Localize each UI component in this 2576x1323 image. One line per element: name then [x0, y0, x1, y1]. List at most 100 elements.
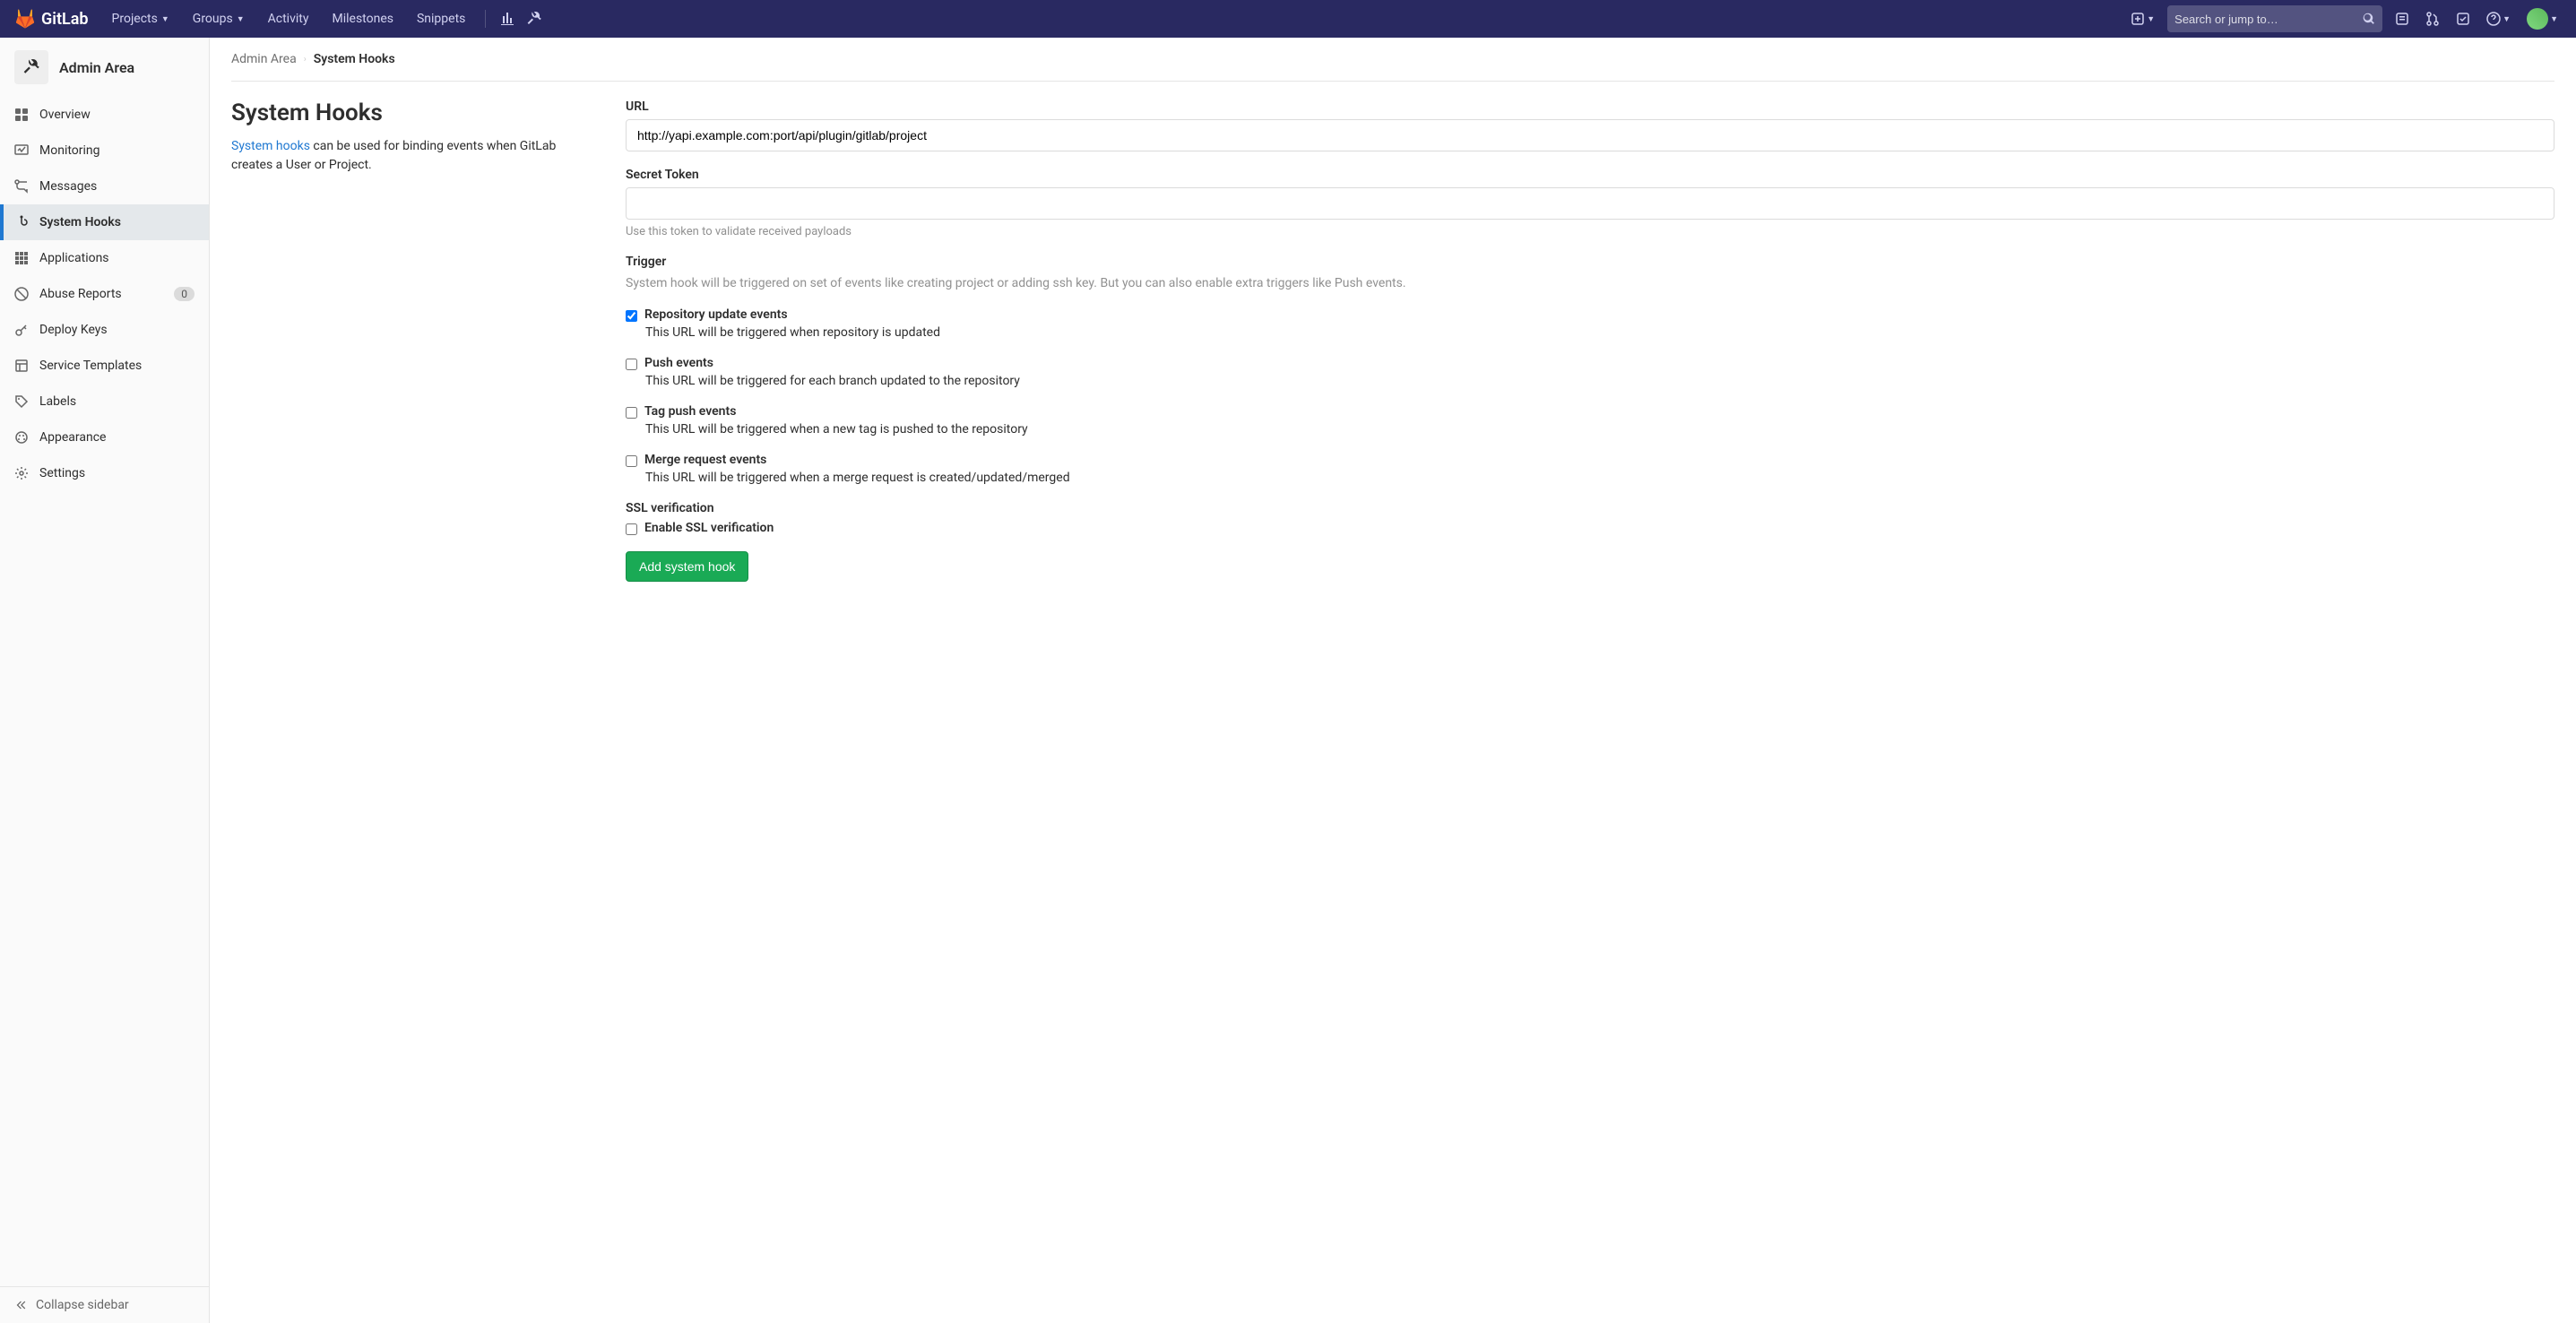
chevron-down-icon: ▼: [161, 14, 169, 24]
breadcrumb: Admin Area › System Hooks: [231, 52, 2554, 82]
trigger-checkbox[interactable]: [626, 310, 637, 322]
trigger-checkbox[interactable]: [626, 455, 637, 467]
secret-token-input[interactable]: [626, 187, 2554, 220]
trigger-description: This URL will be triggered when reposito…: [645, 325, 2554, 340]
breadcrumb-parent[interactable]: Admin Area: [231, 52, 297, 66]
trigger-group: Merge request eventsThis URL will be tri…: [626, 453, 2554, 485]
trigger-group: Tag push events This URL will be triggere…: [626, 404, 2554, 437]
sidebar-item-monitoring[interactable]: Monitoring: [0, 133, 209, 169]
gitlab-logo[interactable]: GitLab: [14, 8, 89, 30]
sidebar-item-label: System Hooks: [39, 215, 121, 229]
url-label: URL: [626, 99, 2554, 114]
nav-projects[interactable]: Projects▼: [103, 6, 178, 31]
nav-user-dropdown[interactable]: ▼: [2523, 4, 2562, 33]
trigger-label: Trigger: [626, 255, 2554, 269]
sidebar-item-settings[interactable]: Settings: [0, 455, 209, 491]
trigger-description: System hook will be triggered on set of …: [626, 274, 2554, 293]
nav-groups[interactable]: Groups▼: [184, 6, 254, 31]
sidebar-item-label: Monitoring: [39, 143, 100, 158]
nav-plus-dropdown[interactable]: ▼: [2127, 8, 2158, 30]
secret-token-label: Secret Token: [626, 168, 2554, 182]
ssl-verification-checkbox-label[interactable]: Enable SSL verification: [644, 521, 774, 535]
sidebar-item-label: Labels: [39, 394, 76, 409]
url-input[interactable]: [626, 119, 2554, 151]
template-icon: [14, 359, 29, 373]
nav-milestones[interactable]: Milestones: [323, 6, 402, 31]
settings-icon: [14, 466, 29, 480]
collapse-sidebar[interactable]: Collapse sidebar: [0, 1286, 209, 1323]
sidebar-item-applications[interactable]: Applications: [0, 240, 209, 276]
sidebar-item-labels[interactable]: Labels: [0, 384, 209, 419]
page-description: System hooks can be used for binding eve…: [231, 137, 590, 175]
applications-icon: [14, 251, 29, 265]
overview-icon: [14, 108, 29, 122]
nav-todos-icon[interactable]: [2452, 8, 2474, 30]
main-content: Admin Area › System Hooks System Hooks S…: [210, 38, 2576, 1323]
ssl-verification-checkbox[interactable]: [626, 523, 637, 535]
chevron-down-icon: ▼: [2550, 14, 2558, 24]
global-search[interactable]: [2167, 5, 2382, 32]
sidebar-item-abuse-reports[interactable]: Abuse Reports 0: [0, 276, 209, 312]
nav-merge-requests-icon[interactable]: [2422, 8, 2443, 30]
sidebar-header[interactable]: Admin Area: [0, 38, 209, 97]
sidebar-item-label: Overview: [39, 108, 91, 122]
nav-issues-icon[interactable]: [2391, 8, 2413, 30]
labels-icon: [14, 394, 29, 409]
sidebar-item-label: Applications: [39, 251, 109, 265]
sidebar-item-label: Abuse Reports: [39, 287, 122, 301]
sidebar-item-messages[interactable]: Messages: [0, 169, 209, 204]
gitlab-logo-icon: [14, 8, 36, 30]
sidebar: Admin Area Overview Monitoring Messages Sys…: [0, 38, 210, 1323]
key-icon: [14, 323, 29, 337]
appearance-icon: [14, 430, 29, 445]
sidebar-item-label: Service Templates: [39, 359, 142, 373]
trigger-checkbox[interactable]: [626, 407, 637, 419]
sidebar-item-service-templates[interactable]: Service Templates: [0, 348, 209, 384]
nav-activity[interactable]: Activity: [259, 6, 318, 31]
sidebar-item-label: Appearance: [39, 430, 106, 445]
monitoring-icon: [14, 143, 29, 158]
ssl-verification-label: SSL verification: [626, 501, 2554, 515]
search-input[interactable]: [2174, 13, 2363, 26]
trigger-group: Repository update events This URL will be…: [626, 307, 2554, 340]
chevron-down-icon: ▼: [237, 14, 245, 24]
nav-divider: [485, 10, 486, 28]
abuse-icon: [14, 287, 29, 301]
sidebar-item-deploy-keys[interactable]: Deploy Keys: [0, 312, 209, 348]
trigger-label[interactable]: Push events: [644, 356, 713, 370]
nav-help-dropdown[interactable]: ▼: [2483, 8, 2514, 30]
hook-icon: [14, 215, 29, 229]
sidebar-item-appearance[interactable]: Appearance: [0, 419, 209, 455]
top-navbar: GitLab Projects▼ Groups▼ Activity Milest…: [0, 0, 2576, 38]
sidebar-title: Admin Area: [59, 59, 134, 76]
trigger-description: This URL will be triggered when a new ta…: [645, 422, 2554, 437]
chevron-down-icon: ▼: [2147, 14, 2155, 24]
breadcrumb-current: System Hooks: [314, 52, 395, 66]
page-title: System Hooks: [231, 99, 590, 126]
trigger-label[interactable]: Merge request events: [644, 453, 766, 467]
sidebar-item-label: Deploy Keys: [39, 323, 108, 337]
admin-wrench-icon: [14, 50, 48, 84]
system-hooks-docs-link[interactable]: System hooks: [231, 139, 310, 153]
user-avatar: [2527, 8, 2548, 30]
messages-icon: [14, 179, 29, 194]
nav-admin-wrench-icon[interactable]: [523, 8, 545, 30]
trigger-description: This URL will be triggered for each bran…: [645, 374, 2554, 388]
chevron-double-left-icon: [14, 1299, 27, 1311]
sidebar-item-overview[interactable]: Overview: [0, 97, 209, 133]
collapse-label: Collapse sidebar: [36, 1298, 129, 1312]
sidebar-item-system-hooks[interactable]: System Hooks: [0, 204, 209, 240]
trigger-label[interactable]: Repository update events: [644, 307, 788, 322]
sidebar-badge: 0: [174, 287, 194, 301]
trigger-checkbox[interactable]: [626, 359, 637, 370]
nav-graph-icon[interactable]: [497, 8, 518, 30]
nav-snippets[interactable]: Snippets: [408, 6, 474, 31]
secret-token-help: Use this token to validate received payl…: [626, 225, 2554, 238]
chevron-right-icon: ›: [304, 55, 307, 65]
add-system-hook-button[interactable]: Add system hook: [626, 551, 748, 582]
search-icon: [2363, 13, 2375, 25]
brand-text: GitLab: [41, 10, 89, 29]
sidebar-item-label: Messages: [39, 179, 97, 194]
trigger-label[interactable]: Tag push events: [644, 404, 736, 419]
sidebar-item-label: Settings: [39, 466, 85, 480]
